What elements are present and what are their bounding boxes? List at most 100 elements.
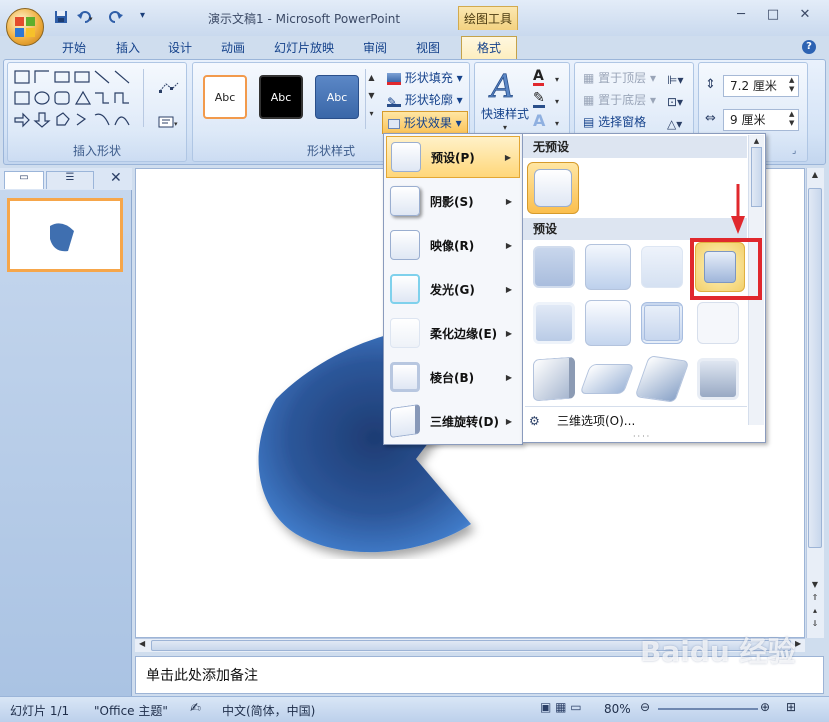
scroll-thumb[interactable] — [808, 188, 822, 548]
style-sample-orange[interactable]: Abc — [203, 75, 247, 119]
view-buttons[interactable]: ▣ ▦ ▭ — [540, 700, 596, 718]
shape-outline-label: 形状轮廓 — [404, 93, 453, 107]
maximize-button[interactable]: □ — [762, 8, 784, 24]
baidu-watermark: Baidu 经验 — [640, 635, 796, 668]
align-group-rotate-icons[interactable]: ⊫▾ ⊡▾ △▾ — [667, 69, 683, 135]
preset-12[interactable] — [697, 358, 739, 400]
menu-item-3d-rotation[interactable]: 三维旋转(D) ▶ — [386, 400, 520, 442]
paint-bucket-icon — [387, 72, 401, 85]
shape-fill-button[interactable]: 形状填充 ▾ — [387, 69, 463, 86]
bring-to-front-button[interactable]: ▦ 置于顶层 ▾ — [583, 69, 656, 86]
3d-options-item[interactable]: ⚙ 三维选项(O)... — [527, 410, 749, 432]
menu-item-label: 阴影(S) — [430, 194, 474, 209]
soft-edges-icon — [390, 318, 420, 348]
tab-format[interactable]: 格式 — [461, 36, 517, 60]
quick-styles-dropdown-icon[interactable]: ▾ — [503, 123, 507, 132]
resize-grip[interactable]: ···· — [633, 432, 651, 441]
shape-outline-button[interactable]: ✎ 形状轮廓 ▾ — [387, 91, 463, 109]
shapes-gallery-icons[interactable] — [13, 69, 141, 129]
svg-text:▾: ▾ — [89, 15, 93, 23]
outline-tab[interactable]: ☰ — [46, 171, 94, 189]
zoom-in-icon[interactable]: ⊕ — [760, 700, 770, 714]
tab-animations[interactable]: 动画 — [215, 38, 251, 58]
customize-qat-icon[interactable]: ▾ — [140, 10, 145, 21]
menu-item-glow[interactable]: 发光(G) ▶ — [386, 268, 520, 310]
menu-item-label: 棱台(B) — [430, 370, 475, 385]
shapes-gallery-scroll[interactable] — [143, 69, 153, 127]
submenu-arrow-icon: ▶ — [505, 284, 512, 294]
zoom-level[interactable]: 80% — [604, 702, 631, 716]
tab-slideshow[interactable]: 幻灯片放映 — [268, 38, 340, 58]
selection-pane-button[interactable]: ▤ 选择窗格 — [583, 113, 646, 130]
svg-text:▾: ▾ — [174, 120, 178, 128]
zoom-slider[interactable] — [658, 708, 758, 710]
preset-8[interactable] — [697, 302, 739, 344]
3d-rotation-icon — [390, 403, 420, 439]
tab-view[interactable]: 视图 — [410, 38, 446, 58]
preset-2[interactable] — [585, 244, 631, 290]
vertical-scrollbar[interactable]: ▲ ▼ ⇑ ▴ ⇓ — [806, 168, 824, 638]
menu-item-reflection[interactable]: 映像(R) ▶ — [386, 224, 520, 266]
height-spinner[interactable]: ▲ ▼ — [789, 76, 794, 94]
bring-to-front-label: 置于顶层 — [598, 71, 647, 85]
wordart-dropdowns[interactable]: ▾ ▾ ▾ — [555, 69, 559, 135]
tab-design[interactable]: 设计 — [162, 38, 198, 58]
undo-icon[interactable]: ▾ — [76, 10, 96, 27]
quick-styles-button[interactable]: 快速样式 — [481, 105, 529, 122]
spell-check-icon[interactable]: ✍ — [190, 701, 201, 716]
shape-effects-menu: 预设(P) ▶ 阴影(S) ▶ 映像(R) ▶ 发光(G) ▶ 柔化边缘(E) ▶ 棱台(… — [383, 133, 523, 445]
pane-tabs: ▭ ☰ ✕ — [0, 168, 132, 190]
minimize-button[interactable]: ─ — [730, 8, 752, 24]
text-box-icon[interactable]: ▾ — [158, 115, 180, 129]
preset-7[interactable] — [641, 302, 683, 344]
scroll-up-icon[interactable]: ▲ — [808, 170, 822, 184]
menu-item-soft-edges[interactable]: 柔化边缘(E) ▶ — [386, 312, 520, 354]
text-fill-icon[interactable]: A — [533, 69, 544, 86]
send-to-back-button[interactable]: ▦ 置于底层 ▾ — [583, 91, 656, 108]
preset-3[interactable] — [641, 246, 683, 288]
preset-11[interactable] — [634, 355, 690, 403]
text-outline-icon[interactable]: ✎ — [533, 91, 545, 108]
height-input[interactable]: 7.2 厘米 — [723, 75, 799, 97]
save-icon[interactable] — [54, 10, 68, 27]
preset-scroll-thumb[interactable] — [751, 147, 762, 207]
menu-item-bevel[interactable]: 棱台(B) ▶ — [386, 356, 520, 398]
menu-item-preset[interactable]: 预设(P) ▶ — [386, 136, 520, 178]
close-button[interactable]: ✕ — [794, 8, 816, 24]
preset-1[interactable] — [533, 246, 575, 288]
preset-icon — [391, 142, 421, 172]
tab-insert[interactable]: 插入 — [110, 38, 146, 58]
preset-none[interactable] — [527, 162, 579, 214]
size-dialog-launcher-icon[interactable]: ⌟ — [792, 146, 796, 156]
menu-item-shadow[interactable]: 阴影(S) ▶ — [386, 180, 520, 222]
preset-10[interactable] — [579, 364, 635, 394]
scroll-nav-icons[interactable]: ▼ ⇑ ▴ ⇓ — [808, 578, 822, 630]
slides-tab[interactable]: ▭ — [4, 171, 44, 189]
fit-to-window-icon[interactable]: ⊞ — [786, 700, 796, 714]
quick-styles-icon[interactable]: A — [487, 67, 523, 103]
office-button[interactable] — [6, 8, 44, 46]
zoom-out-icon[interactable]: ⊖ — [640, 700, 650, 714]
shape-effects-button[interactable]: 形状效果 ▾ — [382, 111, 468, 134]
language: 中文(简体，中国) — [222, 704, 316, 718]
style-sample-blue[interactable]: Abc — [315, 75, 359, 119]
tab-review[interactable]: 审阅 — [357, 38, 393, 58]
redo-icon[interactable] — [108, 10, 124, 27]
highlight-box — [690, 238, 762, 300]
edit-shape-icon[interactable] — [158, 81, 180, 95]
slide-thumbnail[interactable] — [7, 198, 123, 272]
scroll-left-icon[interactable]: ◀ — [139, 639, 145, 648]
width-input[interactable]: 9 厘米 — [723, 109, 799, 131]
preset-9[interactable] — [533, 356, 575, 402]
close-pane-icon[interactable]: ✕ — [110, 170, 122, 186]
style-sample-black[interactable]: Abc — [259, 75, 303, 119]
styles-gallery-scroll[interactable]: ▲ ▼ ▾ — [365, 69, 377, 129]
preset-5[interactable] — [533, 302, 575, 344]
menu-item-label: 柔化边缘(E) — [430, 326, 498, 341]
preset-6[interactable] — [585, 300, 631, 346]
submenu-arrow-icon: ▶ — [505, 328, 512, 338]
help-icon[interactable]: ? — [802, 40, 816, 54]
tab-home[interactable]: 开始 — [56, 38, 92, 58]
width-spinner[interactable]: ▲ ▼ — [789, 110, 794, 128]
text-effects-icon[interactable]: A — [533, 113, 545, 129]
